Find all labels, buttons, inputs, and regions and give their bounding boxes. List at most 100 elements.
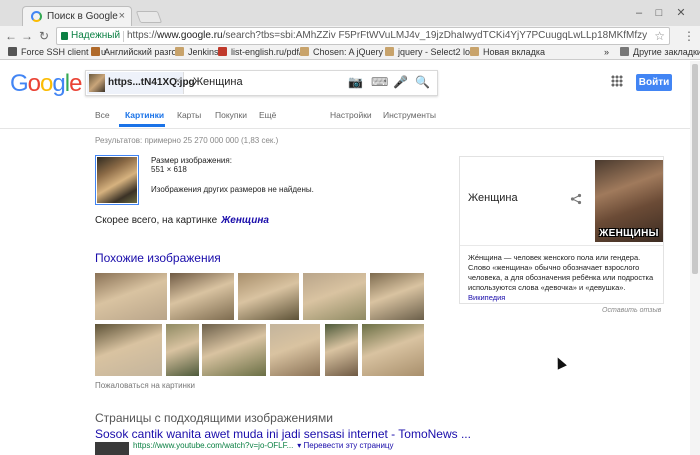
logo-letter: G: [10, 70, 29, 97]
knowledge-panel-image[interactable]: ЖЕНЩИНЫ: [595, 160, 663, 242]
bookmark-item[interactable]: list-english.ru/pdf/G: [218, 47, 309, 57]
google-logo[interactable]: Google: [10, 70, 82, 98]
search-input[interactable]: Женщина: [193, 76, 243, 88]
apps-grid-icon[interactable]: [611, 75, 623, 87]
tab-shopping[interactable]: Покупки: [215, 110, 247, 120]
no-other-sizes: Изображения других размеров не найдены.: [151, 185, 314, 194]
browser-titlebar: Поиск в Google × – □ ✕: [0, 0, 700, 26]
tab-images[interactable]: Картинки: [125, 110, 164, 120]
search-icon[interactable]: 🔍: [415, 75, 430, 89]
wikipedia-link[interactable]: Википедия: [468, 293, 505, 302]
search-image-chip[interactable]: https...tN41XQ.jpg ×: [87, 72, 195, 94]
bookmark-favicon-icon: [91, 47, 100, 56]
bookmark-favicon-icon: [8, 47, 17, 56]
result-title-link[interactable]: Sosok cantik wanita awet muda ini jadi s…: [95, 427, 471, 441]
result-url: https://www.youtube.com/watch?v=jo-OFLF.…: [133, 441, 394, 450]
tab-title: Поиск в Google: [47, 11, 118, 22]
search-box[interactable]: https...tN41XQ.jpg × Женщина 📷 ⌨ 🎤 🔍: [85, 70, 438, 96]
tab-tools[interactable]: Инструменты: [383, 110, 436, 120]
bookmark-item[interactable]: Jenkins: [175, 47, 219, 57]
translate-link[interactable]: ▾ Перевести эту страницу: [297, 441, 393, 450]
bookmark-item[interactable]: jquery - Select2 loa: [385, 47, 475, 57]
google-favicon-icon: [31, 11, 42, 22]
bookmark-favicon-icon: [385, 47, 394, 56]
similar-images-title[interactable]: Похожие изображения: [95, 251, 221, 265]
address-bar[interactable]: Надежный https://www.google.ru/search?tb…: [56, 27, 670, 45]
feedback-link[interactable]: Оставить отзыв: [602, 307, 661, 314]
query-image[interactable]: [95, 155, 139, 205]
new-tab-button[interactable]: [135, 11, 163, 23]
matching-pages-title: Страницы с подходящими изображениями: [95, 411, 334, 425]
tab-settings[interactable]: Настройки: [330, 110, 372, 120]
similar-image[interactable]: [170, 273, 234, 320]
url-text[interactable]: https://www.google.ru/search?tbs=sbi:AMh…: [127, 30, 647, 41]
logo-letter: g: [52, 70, 65, 97]
similar-image[interactable]: [362, 324, 424, 376]
bookmark-favicon-icon: [218, 47, 227, 56]
tab-close-icon[interactable]: ×: [119, 10, 125, 22]
microphone-icon[interactable]: 🎤: [393, 75, 408, 89]
similar-image[interactable]: [270, 324, 320, 376]
keyboard-icon[interactable]: ⌨: [371, 75, 388, 89]
bookmark-favicon-icon: [175, 47, 184, 56]
reload-icon[interactable]: ↻: [37, 29, 51, 43]
logo-letter: o: [40, 70, 53, 97]
tab-all[interactable]: Все: [95, 110, 110, 120]
address-separator: [123, 31, 124, 42]
bookmark-star-icon[interactable]: ☆: [654, 29, 665, 43]
bookmark-item[interactable]: Английский разгов: [91, 47, 181, 57]
camera-icon[interactable]: 📷: [348, 75, 363, 89]
image-caption: ЖЕНЩИНЫ: [599, 228, 659, 239]
browser-toolbar: ← → ↻ Надежный https://www.google.ru/sea…: [0, 26, 700, 46]
lock-icon: [61, 32, 68, 40]
browser-menu-icon[interactable]: ⋮: [683, 29, 695, 43]
bookmark-favicon-icon: [470, 47, 479, 56]
similar-image[interactable]: [325, 324, 358, 376]
result-stats: Результатов: примерно 25 270 000 000 (1,…: [95, 136, 279, 145]
similar-image[interactable]: [370, 273, 424, 320]
similar-image[interactable]: [303, 273, 366, 320]
close-window-button[interactable]: ✕: [674, 7, 688, 19]
logo-letter: o: [27, 70, 41, 97]
best-guess: Скорее всего, на картинке Женщина: [95, 215, 269, 226]
logo-letter: e: [69, 70, 82, 97]
best-guess-link[interactable]: Женщина: [221, 215, 269, 226]
chip-filename: https...tN41XQ.jpg: [108, 77, 195, 88]
security-label: Надежный: [71, 30, 121, 41]
report-images-link[interactable]: Пожаловаться на картинки: [95, 381, 195, 390]
back-icon[interactable]: ←: [4, 29, 18, 43]
result-thumbnail[interactable]: [95, 442, 129, 455]
other-bookmarks[interactable]: Другие закладки: [620, 47, 700, 57]
bookmarks-bar: Force SSH client to u Английский разгов Je…: [0, 46, 700, 60]
divider: [460, 245, 663, 246]
bookmarks-overflow-icon[interactable]: »: [604, 47, 609, 57]
active-tab-indicator: [119, 124, 165, 127]
similar-image[interactable]: [202, 324, 266, 376]
bookmark-favicon-icon: [300, 47, 309, 56]
browser-tab[interactable]: Поиск в Google ×: [22, 6, 132, 26]
bookmark-item[interactable]: Новая вкладка: [470, 47, 545, 57]
sign-in-button[interactable]: Войти: [636, 74, 672, 91]
image-size-value: 551 × 618: [151, 165, 187, 174]
minimize-button[interactable]: –: [632, 7, 646, 19]
tab-more[interactable]: Ещё: [259, 110, 276, 120]
bookmark-item[interactable]: Chosen: A jQuery Pl: [300, 47, 394, 57]
similar-image[interactable]: [95, 273, 167, 320]
chip-close-icon[interactable]: ×: [175, 76, 181, 87]
image-size-label: Размер изображения:: [151, 156, 232, 165]
tab-maps[interactable]: Карты: [177, 110, 201, 120]
similar-image[interactable]: [95, 324, 162, 376]
similar-image[interactable]: [166, 324, 199, 376]
mouse-cursor-icon: [553, 355, 567, 370]
folder-icon: [620, 47, 629, 56]
chip-thumbnail: [89, 74, 105, 92]
maximize-button[interactable]: □: [652, 7, 666, 19]
similar-image[interactable]: [238, 273, 299, 320]
scrollbar-thumb[interactable]: [692, 64, 698, 274]
knowledge-panel-description: Же́нщина — человек женского пола или ген…: [468, 253, 654, 302]
google-header: Google https...tN41XQ.jpg × Женщина 📷 ⌨ …: [0, 61, 700, 129]
knowledge-panel: Женщина ЖЕНЩИНЫ Же́нщина — человек женск…: [459, 156, 664, 304]
share-icon[interactable]: [570, 193, 582, 208]
forward-icon[interactable]: →: [20, 29, 34, 43]
knowledge-panel-title: Женщина: [468, 192, 518, 204]
